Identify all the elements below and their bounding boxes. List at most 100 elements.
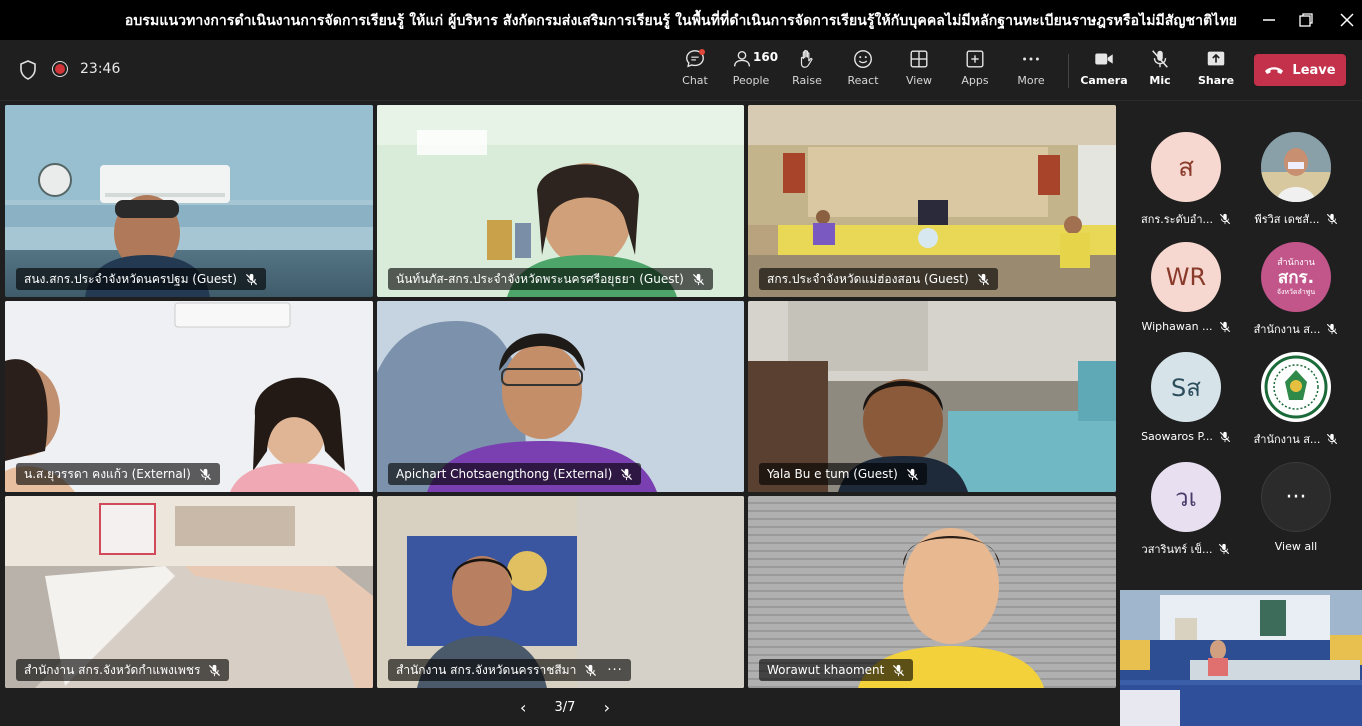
share-label: Share xyxy=(1197,74,1235,87)
mic-muted-icon xyxy=(1327,323,1338,335)
chat-button[interactable]: Chat xyxy=(669,48,721,94)
people-label: People xyxy=(732,74,770,87)
view-button[interactable]: View xyxy=(893,48,945,94)
people-count: 160 xyxy=(753,50,779,64)
participant-name-tag: สนง.สกร.ประจำจังหวัดนครปฐม (Guest) xyxy=(16,268,266,290)
mic-muted-icon xyxy=(245,273,257,285)
apps-button[interactable]: Apps xyxy=(949,48,1001,94)
share-tray-icon xyxy=(1207,51,1225,66)
mic-muted-icon xyxy=(1326,213,1337,225)
participant-name-tag: สำนักงาน สกร.จังหวัดนครราชสีมา ··· xyxy=(388,659,631,681)
roster-participant[interactable]: วเ วสารินทร์ เข็... xyxy=(1131,462,1241,562)
participant-name: สนง.สกร.ประจำจังหวัดนครปฐม (Guest) xyxy=(24,271,237,286)
mic-label: Mic xyxy=(1149,74,1171,87)
self-view-video[interactable] xyxy=(1120,590,1362,726)
more-label: More xyxy=(1017,74,1045,87)
mic-muted-icon xyxy=(977,273,989,285)
video-tile[interactable]: สนง.สกร.ประจำจังหวัดนครปฐม (Guest) xyxy=(5,105,373,297)
participant-name: น.ส.ยุวรรดา คงแก้ว (External) xyxy=(24,466,191,481)
view-all-label: View all xyxy=(1274,540,1318,553)
mic-muted-icon xyxy=(209,664,221,676)
roster-participant[interactable]: สำนักงาน สกร. จังหวัดลำพูน สำนักงาน ส... xyxy=(1241,242,1351,342)
mic-off-icon xyxy=(1152,50,1168,68)
hand-icon xyxy=(800,49,813,68)
participant-name: Apichart Chotsaengthong (External) xyxy=(396,467,613,481)
mic-muted-icon xyxy=(585,664,597,676)
avatar: ส xyxy=(1151,132,1221,202)
video-tile[interactable]: สำนักงาน สกร.จังหวัดนครราชสีมา ··· xyxy=(377,496,744,688)
hang-up-icon xyxy=(1265,67,1284,74)
next-page-icon[interactable]: › xyxy=(604,698,610,717)
mic-muted-icon xyxy=(893,664,905,676)
roster-participant[interactable]: ส สกร.ระดับอำ... xyxy=(1131,132,1241,232)
more-icon xyxy=(1023,57,1039,61)
react-label: React xyxy=(847,74,879,87)
shield-icon xyxy=(20,60,36,80)
raise-hand-button[interactable]: Raise xyxy=(781,48,833,94)
smiley-icon xyxy=(854,50,872,68)
avatar-logo: สำนักงาน สกร. จังหวัดลำพูน xyxy=(1261,242,1331,312)
video-tile[interactable]: Worawut khaoment xyxy=(748,496,1116,688)
more-icon: ··· xyxy=(1261,462,1331,532)
video-tile[interactable]: Apichart Chotsaengthong (External) xyxy=(377,301,744,492)
participant-name: นันท์นภัส-สกร.ประจำจังหวัดพระนครศรีอยุธย… xyxy=(396,271,684,286)
mic-muted-icon xyxy=(621,468,633,480)
video-tile[interactable]: Yala Bu e tum (Guest) xyxy=(748,301,1116,492)
mic-muted-icon xyxy=(199,468,211,480)
minimize-button[interactable] xyxy=(1256,7,1282,33)
roster-participant[interactable]: สำนักงาน ส... xyxy=(1241,352,1351,452)
self-view-feed xyxy=(1120,590,1362,726)
roster-participant[interactable]: WR Wiphawan ... xyxy=(1131,242,1241,342)
people-icon xyxy=(733,50,751,67)
grid-view-icon xyxy=(910,50,928,68)
roster-participant[interactable]: พีรวิส เดชสั... xyxy=(1241,132,1351,232)
gallery-pager: ‹ 3/7 › xyxy=(520,696,610,718)
roster-participant-name: สำนักงาน ส... xyxy=(1254,320,1339,338)
share-button[interactable]: Share xyxy=(1190,48,1242,94)
maximize-button[interactable] xyxy=(1293,7,1319,33)
participant-name: สกร.ประจำจังหวัดแม่ฮ่องสอน (Guest) xyxy=(767,271,969,286)
camera-label: Camera xyxy=(1080,74,1128,87)
mic-button[interactable]: Mic xyxy=(1134,48,1186,94)
roster-participant-name: สำนักงาน ส... xyxy=(1254,430,1339,448)
participant-name-tag: Yala Bu e tum (Guest) xyxy=(759,463,927,485)
mic-muted-icon xyxy=(692,273,704,285)
close-icon xyxy=(1340,13,1354,27)
previous-page-icon[interactable]: ‹ xyxy=(520,698,526,717)
view-label: View xyxy=(905,74,933,87)
participant-name-tag: สำนักงาน สกร.จังหวัดกำแพงเพชร xyxy=(16,659,230,681)
add-apps-icon xyxy=(966,50,984,68)
leave-button[interactable]: Leave xyxy=(1254,54,1346,86)
more-button[interactable]: More xyxy=(1005,48,1057,94)
video-tile[interactable]: สำนักงาน สกร.จังหวัดกำแพงเพชร xyxy=(5,496,373,688)
camera-button[interactable]: Camera xyxy=(1078,48,1130,94)
window-title: อบรมแนวทางการดำเนินงานการจัดการเรียนรู้ … xyxy=(124,13,1238,29)
emblem-icon xyxy=(1261,352,1331,422)
leave-label: Leave xyxy=(1292,62,1336,78)
people-button[interactable]: 160 People xyxy=(725,48,779,94)
mic-muted-icon xyxy=(1219,431,1231,442)
participant-name: สำนักงาน สกร.จังหวัดนครราชสีมา xyxy=(396,662,577,677)
avatar: Sส xyxy=(1151,352,1221,422)
roster-participant-name: Wiphawan ... xyxy=(1141,320,1230,333)
restore-icon xyxy=(1299,13,1313,27)
roster-participant-name: วสารินทร์ เข็... xyxy=(1142,540,1231,558)
tile-more-options-icon[interactable]: ··· xyxy=(607,663,622,678)
video-tile[interactable]: นันท์นภัส-สกร.ประจำจังหวัดพระนครศรีอยุธย… xyxy=(377,105,744,297)
close-button[interactable] xyxy=(1334,7,1360,33)
participant-name: Worawut khaoment xyxy=(767,663,885,677)
meeting-timer: 23:46 xyxy=(80,61,121,77)
title-bar: อบรมแนวทางการดำเนินงานการจัดการเรียนรู้ … xyxy=(0,0,1362,40)
participant-name-tag: สกร.ประจำจังหวัดแม่ฮ่องสอน (Guest) xyxy=(759,268,998,290)
video-tile[interactable]: น.ส.ยุวรรดา คงแก้ว (External) xyxy=(5,301,373,492)
recording-indicator-icon xyxy=(52,61,68,77)
react-button[interactable]: React xyxy=(837,48,889,94)
mic-muted-icon xyxy=(906,468,918,480)
chat-label: Chat xyxy=(682,74,708,87)
roster-participant-name: Saowaros P... xyxy=(1141,430,1231,443)
apps-label: Apps xyxy=(961,74,989,87)
roster-participant[interactable]: Sส Saowaros P... xyxy=(1131,352,1241,452)
view-all-button[interactable]: ··· View all xyxy=(1241,462,1351,562)
video-tile[interactable]: สกร.ประจำจังหวัดแม่ฮ่องสอน (Guest) xyxy=(748,105,1116,297)
page-indicator: 3/7 xyxy=(554,699,576,715)
